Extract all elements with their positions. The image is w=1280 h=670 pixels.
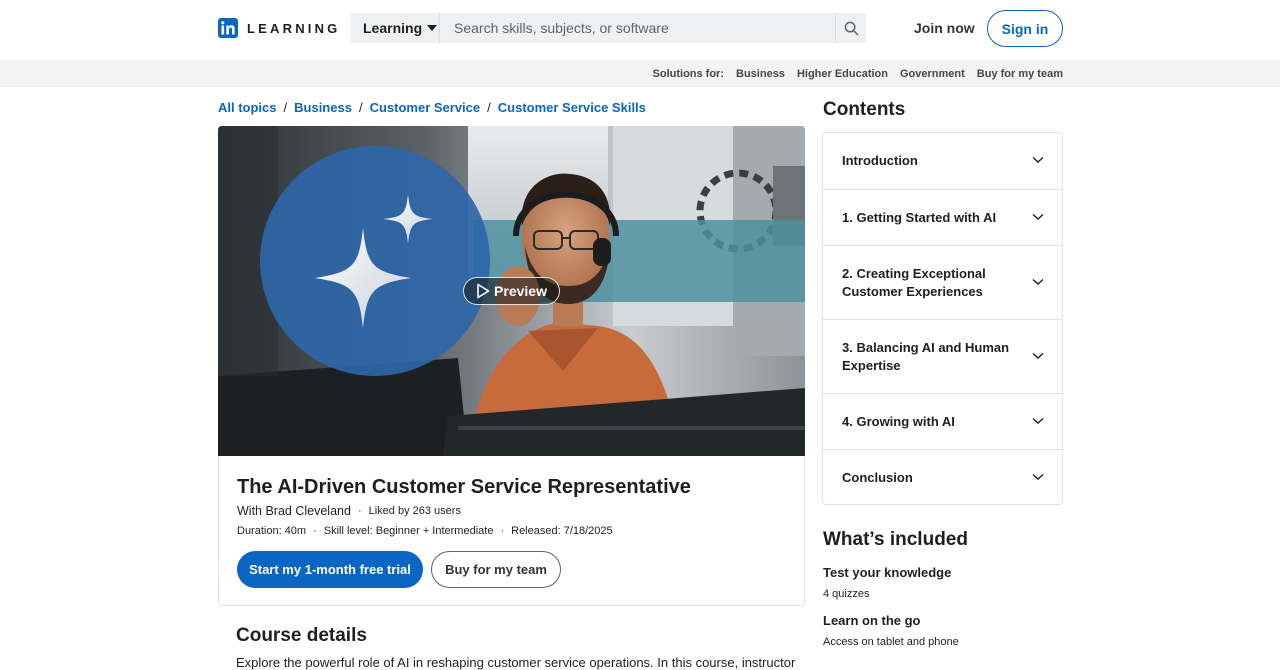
toc-item-label: 2. Creating Exceptional Customer Experie… (842, 265, 986, 299)
meta-separator: · (357, 505, 362, 517)
course-stats-row: Duration: 40m · Skill level: Beginner + … (237, 525, 613, 537)
breadcrumb: All topics / Business / Customer Service… (218, 100, 646, 115)
course-preview-video[interactable]: Preview (218, 126, 805, 456)
chevron-down-icon (1032, 278, 1044, 285)
chevron-down-icon (1032, 156, 1044, 163)
chevron-down-icon (1032, 417, 1044, 424)
contents-heading: Contents (823, 99, 906, 120)
toc-item-label: Conclusion (842, 469, 913, 485)
chevron-down-icon (1032, 352, 1044, 359)
linkedin-learning-logo[interactable]: LEARNING (218, 18, 341, 38)
site-header: LEARNING Learning Join now Sign in (0, 0, 1280, 60)
chevron-down-icon (1032, 213, 1044, 220)
solutions-link-business[interactable]: Business (736, 68, 785, 80)
breadcrumb-all-topics[interactable]: All topics (218, 100, 277, 115)
breadcrumb-customer-service-skills[interactable]: Customer Service Skills (498, 100, 646, 115)
solutions-bar: Solutions for: Business Higher Education… (0, 60, 1280, 87)
toc-item-introduction[interactable]: Introduction (823, 133, 1062, 189)
breadcrumb-separator: / (283, 100, 288, 115)
search-category-select[interactable]: Learning (351, 13, 440, 43)
search-input[interactable] (440, 13, 835, 43)
breadcrumb-customer-service[interactable]: Customer Service (370, 100, 481, 115)
included-item-title: Test your knowledge (823, 565, 952, 580)
course-details-heading: Course details (236, 625, 367, 646)
solutions-label: Solutions for: (652, 67, 725, 80)
included-item-detail: Access on tablet and phone (823, 636, 959, 648)
solutions-link-government[interactable]: Government (900, 68, 965, 80)
join-now-link[interactable]: Join now (914, 20, 975, 36)
breadcrumb-business[interactable]: Business (294, 100, 352, 115)
toc-item-label: Introduction (842, 153, 918, 168)
toc-item-label: 1. Getting Started with AI (842, 209, 997, 225)
breadcrumb-separator: / (487, 100, 491, 115)
buy-for-team-button[interactable]: Buy for my team (431, 551, 561, 588)
linkedin-logo-icon (218, 18, 238, 38)
search-icon (844, 21, 858, 35)
included-item-title: Learn on the go (823, 613, 921, 628)
course-release-date: Released: 7/18/2025 (511, 525, 613, 537)
caret-down-icon (427, 25, 438, 31)
course-liked-count: Liked by 263 users (368, 505, 461, 517)
search-button[interactable] (835, 13, 866, 43)
course-instructor: With Brad Cleveland (237, 504, 351, 518)
course-info-card: The AI-Driven Customer Service Represent… (218, 456, 805, 606)
included-item-detail: 4 quizzes (823, 588, 870, 600)
preview-button[interactable]: Preview (463, 277, 560, 305)
search-category-label: Learning (363, 20, 423, 36)
toc-item-exceptional-experiences[interactable]: 2. Creating Exceptional Customer Experie… (823, 246, 1062, 319)
course-skill-level: Skill level: Beginner + Intermediate (323, 525, 494, 537)
search-bar: Learning (351, 13, 866, 43)
meta-separator: · (500, 525, 505, 537)
chevron-down-icon (1032, 473, 1044, 480)
sign-in-button[interactable]: Sign in (987, 10, 1063, 47)
toc-item-balancing-ai[interactable]: 3. Balancing AI and Human Expertise (823, 320, 1062, 393)
course-title: The AI-Driven Customer Service Represent… (237, 476, 691, 498)
toc-item-growing-with-ai[interactable]: 4. Growing with AI (823, 394, 1062, 449)
sparkle-icon (315, 194, 433, 328)
breadcrumb-separator: / (358, 100, 363, 115)
logo-wordmark: LEARNING (247, 20, 341, 36)
play-icon (477, 283, 490, 299)
start-free-trial-button[interactable]: Start my 1-month free trial (237, 551, 423, 588)
meta-separator: · (313, 525, 317, 537)
course-description: Explore the powerful role of AI in resha… (236, 655, 796, 670)
course-meta-row: With Brad Cleveland · Liked by 263 users (237, 504, 461, 518)
toc-item-label: 4. Growing with AI (842, 413, 955, 429)
whats-included-heading: What’s included (823, 529, 968, 550)
contents-list: Introduction 1. Getting Started with AI … (822, 132, 1063, 505)
solutions-link-buy-for-team[interactable]: Buy for my team (977, 68, 1063, 80)
preview-label: Preview (494, 283, 547, 299)
toc-item-getting-started[interactable]: 1. Getting Started with AI (823, 190, 1062, 245)
toc-item-conclusion[interactable]: Conclusion (823, 450, 1062, 505)
toc-item-label: 3. Balancing AI and Human Expertise (842, 339, 1010, 373)
course-duration: Duration: 40m (237, 525, 307, 537)
solutions-link-higher-education[interactable]: Higher Education (797, 68, 888, 80)
